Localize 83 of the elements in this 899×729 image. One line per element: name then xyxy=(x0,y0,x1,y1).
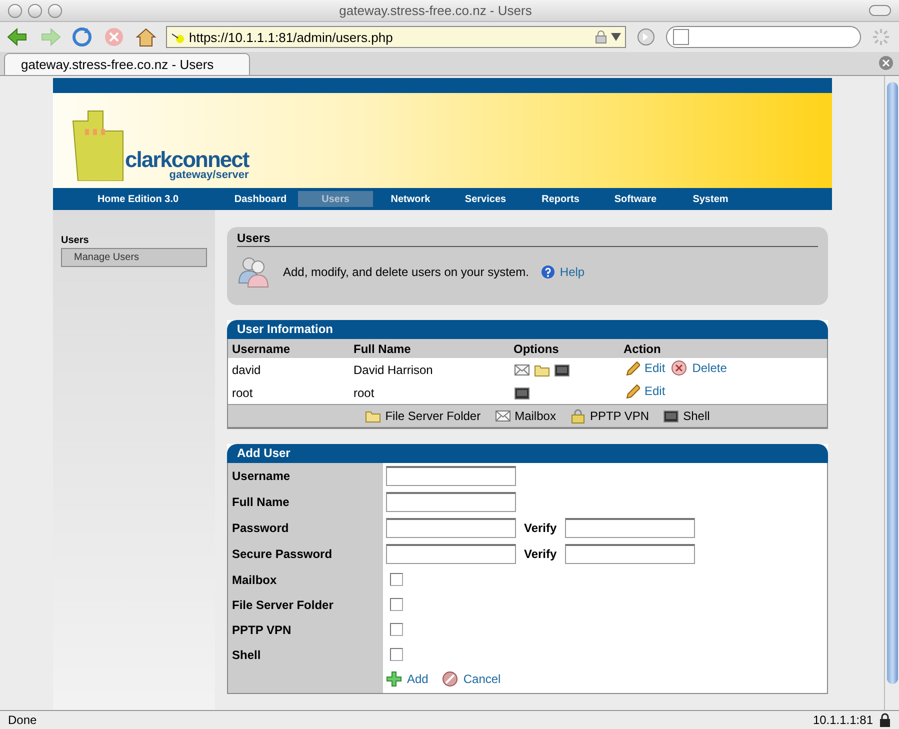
status-text: Done xyxy=(8,713,37,727)
field-label: Password xyxy=(228,515,383,541)
checkbox[interactable] xyxy=(390,648,403,661)
toolbar-toggle-button[interactable] xyxy=(869,5,891,16)
field-label: Secure Password xyxy=(228,541,383,567)
minimize-button[interactable] xyxy=(28,4,42,18)
dropdown-icon[interactable] xyxy=(611,33,621,41)
nav-item[interactable]: Software xyxy=(598,191,673,207)
legend-label: PPTP VPN xyxy=(590,409,650,423)
nav-item[interactable]: Dashboard xyxy=(223,191,298,207)
checkbox[interactable] xyxy=(390,573,403,586)
table-cell-text: root xyxy=(352,384,376,402)
field-label: File Server Folder xyxy=(228,592,383,617)
pencil-icon xyxy=(624,360,640,376)
terminal-icon xyxy=(663,408,680,424)
logo-subtitle: gateway/server xyxy=(168,170,249,180)
delete-link[interactable]: Delete xyxy=(671,360,727,376)
input-field[interactable] xyxy=(564,544,695,564)
close-button[interactable] xyxy=(8,4,22,18)
logo-text: clarkconnect xyxy=(125,150,249,170)
column-header: Options xyxy=(510,339,620,358)
intro-text: Add, modify, and delete users on your system. xyxy=(283,265,529,279)
field-label: Verify xyxy=(524,547,557,561)
scrollbar-thumb[interactable] xyxy=(886,82,898,684)
terminal-icon xyxy=(554,362,570,378)
edit-link[interactable]: Edit xyxy=(624,360,666,376)
add-link[interactable]: Add xyxy=(386,671,428,687)
table-cell: David Harrison xyxy=(350,358,510,381)
legend-label: File Server Folder xyxy=(385,409,481,423)
cancel-link[interactable]: Cancel xyxy=(442,671,501,687)
address-field[interactable]: https://10.1.1.1:81/admin/users.php xyxy=(166,26,626,48)
legend-label: Mailbox xyxy=(514,409,556,423)
envelope-icon xyxy=(514,362,530,378)
input-field[interactable] xyxy=(386,544,516,564)
lock-icon xyxy=(595,30,607,44)
column-header: Full Name xyxy=(350,339,510,358)
checkbox[interactable] xyxy=(390,623,403,636)
column-header: Username xyxy=(228,339,350,358)
cancel-icon xyxy=(442,671,458,687)
nav-item[interactable]: Reports xyxy=(523,191,598,207)
lock-icon xyxy=(879,713,891,727)
users-icon xyxy=(237,255,271,289)
table-cell: david xyxy=(228,358,350,381)
padlock-icon xyxy=(570,408,586,424)
panel-header: Add User xyxy=(227,444,828,463)
help-icon xyxy=(540,265,555,279)
plus-icon xyxy=(386,671,402,687)
search-field[interactable] xyxy=(666,26,861,48)
envelope-icon xyxy=(494,408,511,424)
table-cell: root xyxy=(228,381,350,404)
home-icon[interactable] xyxy=(134,26,158,48)
field-label: Shell xyxy=(228,642,383,667)
panel-title: Users xyxy=(237,231,818,247)
edition-label: Home Edition 3.0 xyxy=(96,194,180,204)
input-field[interactable] xyxy=(386,466,516,486)
sidebar-item[interactable]: Manage Users xyxy=(61,248,207,267)
panel-header: User Information xyxy=(227,320,828,339)
field-label: Mailbox xyxy=(228,567,383,592)
field-label: Full Name xyxy=(228,489,383,515)
zoom-button[interactable] xyxy=(48,4,62,18)
status-host: 10.1.1.1:81 xyxy=(812,713,873,727)
browser-tab[interactable]: gateway.stress-free.co.nz - Users xyxy=(4,53,250,75)
help-link[interactable]: Help xyxy=(540,265,585,279)
close-tab-icon[interactable] xyxy=(879,56,893,70)
reload-icon[interactable] xyxy=(70,26,94,48)
input-field[interactable] xyxy=(564,518,695,538)
terminal-icon xyxy=(514,384,530,400)
window-title: gateway.stress-free.co.nz - Users xyxy=(338,3,533,18)
field-label: Verify xyxy=(524,521,557,535)
field-label: Username xyxy=(228,463,383,489)
input-field[interactable] xyxy=(386,518,516,538)
field-label: PPTP VPN xyxy=(228,617,383,642)
nav-item[interactable]: System xyxy=(673,191,748,207)
edit-link[interactable]: Edit xyxy=(624,383,666,399)
column-header: Action xyxy=(620,339,828,358)
delete-icon xyxy=(671,360,688,376)
legend-label: Shell xyxy=(683,409,710,423)
pencil-icon xyxy=(624,383,640,399)
input-field[interactable] xyxy=(386,492,516,512)
checkbox[interactable] xyxy=(390,598,403,611)
nav-item[interactable]: Network xyxy=(373,191,448,207)
nav-item[interactable]: Services xyxy=(448,191,523,207)
sidebar-heading: Users xyxy=(61,235,90,246)
